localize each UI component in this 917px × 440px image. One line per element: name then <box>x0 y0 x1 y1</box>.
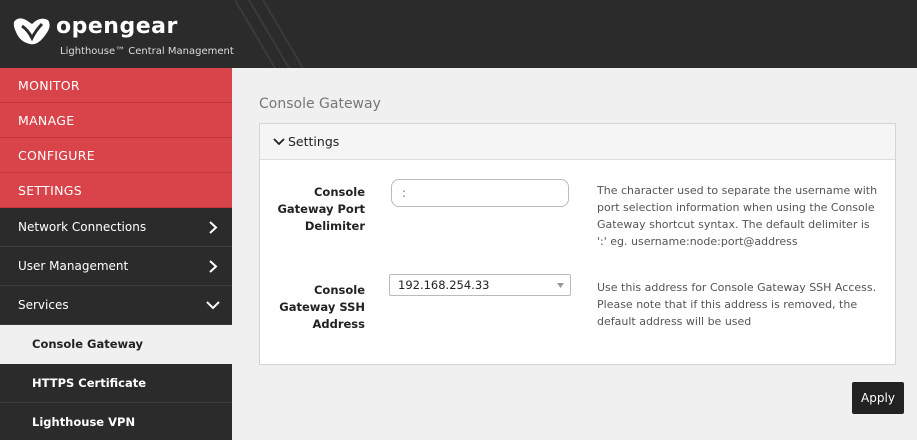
ssh-address-label-line: Gateway SSH <box>279 300 365 314</box>
ssh-address-help-line: Please note that if this address is remo… <box>597 298 858 311</box>
ssh-address-label-line: Address <box>312 317 365 331</box>
chevron-right-icon <box>209 260 218 273</box>
top-bar: opengear Lighthouse™ Central Management <box>0 0 917 68</box>
nav-services-label: Services <box>18 298 69 312</box>
page-title: Console Gateway <box>259 96 381 112</box>
brand-logo[interactable]: opengear Lighthouse™ Central Management <box>8 8 238 64</box>
settings-panel: Settings Console Gateway Port Delimiter … <box>259 123 896 365</box>
nav-network-connections-label: Network Connections <box>18 220 147 234</box>
delimiter-help-line: port selection information when using th… <box>597 201 875 214</box>
ssh-address-label: Console Gateway SSH Address <box>265 282 365 333</box>
ssh-address-help: Use this address for Console Gateway SSH… <box>597 279 887 330</box>
caret-down-icon <box>557 283 564 288</box>
brand-name: opengear <box>56 14 178 39</box>
nav-console-gateway[interactable]: Console Gateway <box>0 325 232 364</box>
ssh-address-select[interactable]: 192.168.254.33 <box>389 274 571 296</box>
nav-user-management[interactable]: User Management <box>0 247 232 286</box>
delimiter-help-line: Gateway shortcut syntax. The default del… <box>597 218 870 231</box>
delimiter-input[interactable]: : <box>391 179 569 207</box>
chevron-right-icon <box>209 221 218 234</box>
delimiter-label: Console Gateway Port Delimiter <box>265 184 365 235</box>
nav-lighthouse-vpn[interactable]: Lighthouse VPN <box>0 403 232 440</box>
opengear-logo-icon <box>13 18 50 45</box>
delimiter-help-line: ':' eg. username:node:port@address <box>597 235 798 248</box>
sidebar-nav: MONITOR MANAGE CONFIGURE SETTINGS Networ… <box>0 68 232 440</box>
ssh-address-value: 192.168.254.33 <box>398 278 490 292</box>
nav-https-certificate[interactable]: HTTPS Certificate <box>0 364 232 403</box>
nav-services[interactable]: Services <box>0 286 232 325</box>
nav-manage[interactable]: MANAGE <box>0 103 232 138</box>
chevron-down-icon <box>206 301 220 310</box>
delimiter-label-line: Gateway Port <box>277 202 365 216</box>
header-stripes <box>235 0 304 68</box>
nav-configure[interactable]: CONFIGURE <box>0 138 232 173</box>
nav-user-management-label: User Management <box>18 259 129 273</box>
ssh-address-help-line: default address will be used <box>597 315 752 328</box>
apply-button[interactable]: Apply <box>852 382 904 414</box>
ssh-address-label-line: Console <box>313 283 365 297</box>
main-content: Console Gateway Settings Console Gateway… <box>232 68 917 440</box>
settings-panel-header[interactable]: Settings <box>260 124 895 160</box>
nav-network-connections[interactable]: Network Connections <box>0 208 232 247</box>
settings-panel-title: Settings <box>288 134 340 149</box>
brand-subtitle: Lighthouse™ Central Management <box>60 46 234 57</box>
ssh-address-help-line: Use this address for Console Gateway SSH… <box>597 281 877 294</box>
delimiter-help-line: The character used to separate the usern… <box>597 184 878 197</box>
nav-monitor[interactable]: MONITOR <box>0 68 232 103</box>
nav-settings[interactable]: SETTINGS <box>0 173 232 208</box>
delimiter-label-line: Delimiter <box>304 219 365 233</box>
chevron-down-icon <box>273 138 285 146</box>
delimiter-label-line: Console <box>313 185 365 199</box>
delimiter-help: The character used to separate the usern… <box>597 182 887 250</box>
